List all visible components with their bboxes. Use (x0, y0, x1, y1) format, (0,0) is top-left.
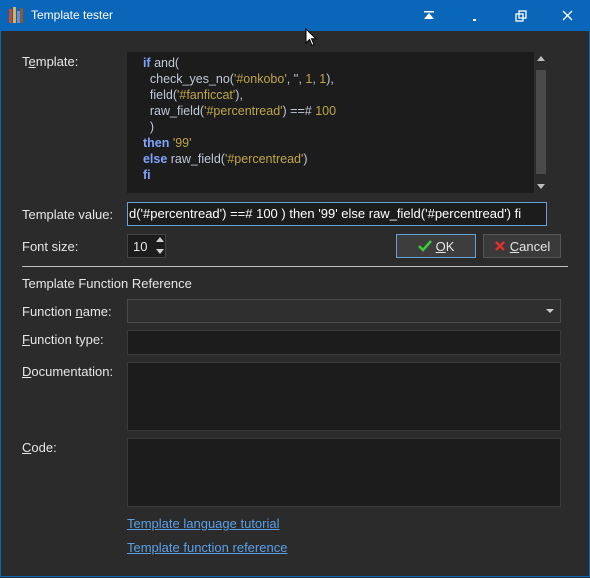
ok-button[interactable]: OK (396, 234, 476, 258)
code-line: raw_field('#percentread') ==# 100 (136, 104, 337, 118)
separator (22, 266, 568, 267)
code-label: Code: (22, 440, 57, 455)
font-size-value: 10 (133, 239, 148, 254)
code-line: check_yes_no('#onkobo', '', 1, 1), (136, 72, 334, 86)
checkmark-icon (417, 240, 432, 252)
minimize-icon (473, 18, 476, 21)
template-label: Template: (22, 54, 79, 69)
font-size-label: Font size: (22, 239, 79, 254)
scroll-thumb[interactable] (536, 70, 546, 174)
cancel-button[interactable]: Cancel (483, 234, 561, 258)
function-name-combobox[interactable] (127, 299, 561, 323)
minimize-button[interactable] (452, 0, 498, 31)
title-bar: Template tester (0, 0, 590, 31)
window-title: Template tester (31, 8, 114, 22)
template-tutorial-link[interactable]: Template language tutorial (127, 516, 280, 531)
restore-icon (515, 9, 527, 22)
close-icon (562, 10, 572, 21)
reference-heading: Template Function Reference (22, 276, 192, 291)
code-field[interactable] (127, 438, 561, 507)
code-line: fi (136, 168, 151, 182)
code-line: if and( (136, 56, 180, 70)
cancel-x-icon (494, 241, 505, 251)
documentation-label: Documentation: (22, 364, 114, 379)
template-value-label: Template value: (22, 207, 114, 222)
code-line: field('#fanficcat'), (136, 88, 243, 102)
template-value-field[interactable]: d('#percentread') ==# 100 ) then '99' el… (127, 202, 547, 226)
restore-button[interactable] (498, 0, 544, 31)
spin-up-icon[interactable] (156, 237, 164, 242)
code-line: ) (136, 120, 155, 134)
keep-on-top-button[interactable] (406, 0, 452, 31)
spin-down-icon[interactable] (156, 249, 164, 254)
close-button[interactable] (544, 0, 590, 31)
chevron-down-icon (546, 309, 554, 313)
code-line: then '99' (136, 136, 192, 150)
ok-label: OK (435, 238, 455, 254)
scroll-up-icon[interactable] (537, 56, 545, 61)
template-editor[interactable]: if and( check_yes_no('#onkobo', '', 1, 1… (127, 52, 548, 193)
font-size-spinbox[interactable]: 10 (127, 234, 166, 258)
template-function-reference-link[interactable]: Template function reference (127, 540, 287, 555)
template-scrollbar[interactable] (534, 52, 548, 193)
function-name-label: Function name: (22, 304, 112, 319)
keep-on-top-icon (424, 10, 434, 19)
mouse-cursor-icon (305, 28, 318, 47)
cancel-label: Cancel (509, 238, 551, 254)
code-line: else raw_field('#percentread') (136, 152, 308, 166)
calibre-app-icon (9, 7, 23, 23)
documentation-field[interactable] (127, 362, 561, 431)
function-type-field[interactable] (127, 330, 561, 355)
scroll-down-icon[interactable] (537, 184, 545, 189)
function-type-label: Function type: (22, 332, 104, 347)
